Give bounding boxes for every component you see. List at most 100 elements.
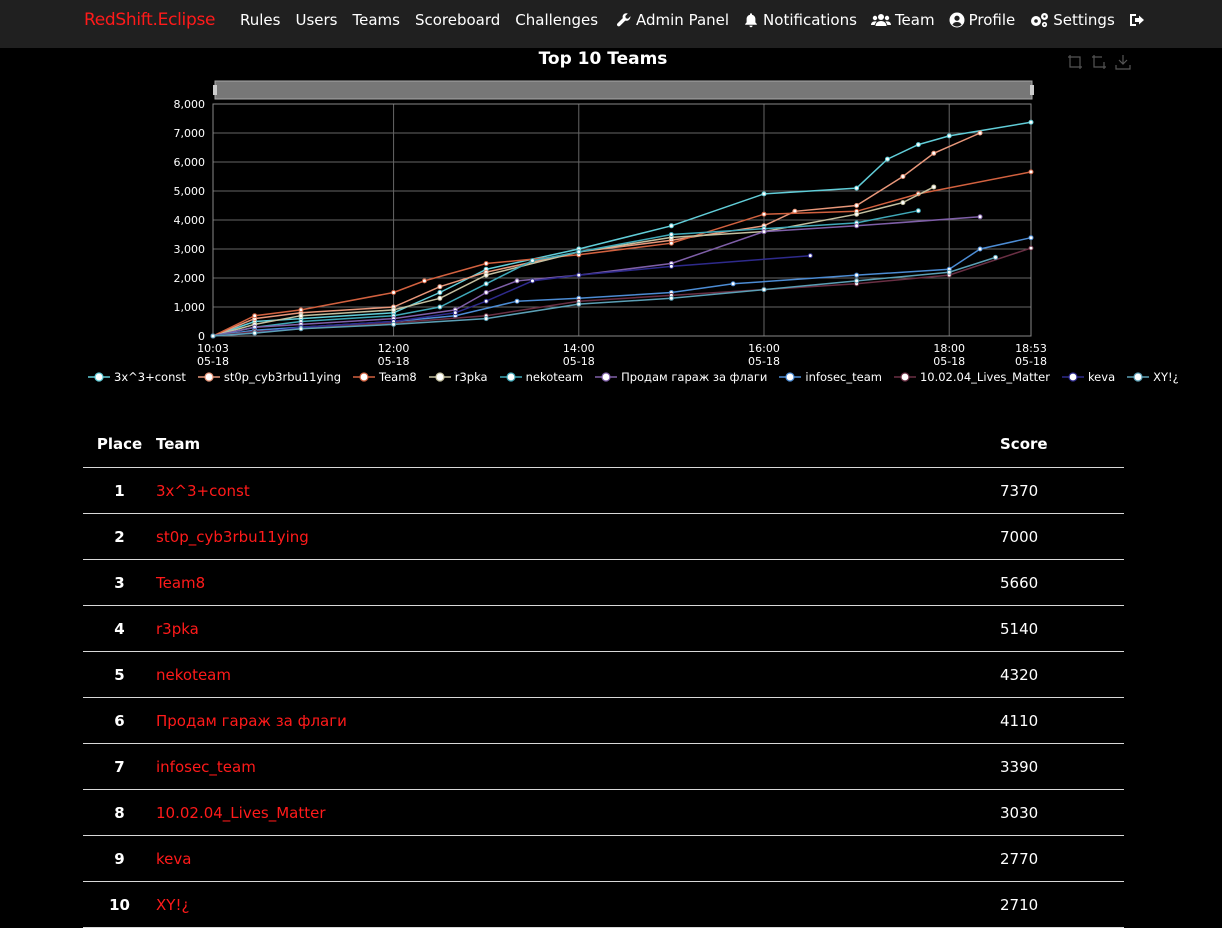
- place-cell: 4: [83, 605, 156, 652]
- team-cell: nekoteam: [156, 651, 1000, 698]
- legend-marker-icon: [197, 372, 220, 382]
- table-header-row: Place Team Score: [83, 421, 1124, 468]
- legend-label: XY!¿: [1153, 370, 1179, 384]
- y-tick-label: 2,000: [174, 272, 206, 285]
- place-cell: 9: [83, 835, 156, 882]
- nav-profile[interactable]: Profile: [949, 11, 1015, 29]
- series-line: [212, 236, 1032, 337]
- series-point: [437, 295, 443, 301]
- team-link[interactable]: st0p_cyb3rbu11ying: [156, 528, 309, 546]
- series-point: [730, 281, 736, 287]
- series-point: [483, 261, 489, 266]
- series-point: [946, 269, 952, 275]
- x-tick-date: 05-18: [197, 355, 229, 368]
- table-row: 1 3x^3+const 7370: [83, 467, 1124, 514]
- team-link[interactable]: infosec_team: [156, 758, 256, 776]
- legend-item[interactable]: XY!¿: [1127, 370, 1179, 384]
- team-label: Team: [894, 11, 935, 29]
- header-place: Place: [83, 421, 156, 468]
- team-cell: XY!¿: [156, 881, 1000, 928]
- legend-marker-icon: [1061, 372, 1084, 382]
- legend-item[interactable]: infosec_team: [779, 370, 882, 384]
- legend-marker-icon: [595, 372, 618, 382]
- brand-link[interactable]: RedShift.Eclipse: [84, 10, 215, 30]
- legend-item[interactable]: Team8: [353, 370, 417, 384]
- table-row: 5 nekoteam 4320: [83, 651, 1124, 698]
- place-cell: 2: [83, 513, 156, 560]
- nav-link-rules[interactable]: Rules: [240, 11, 280, 29]
- legend-label: 10.02.04_Lives_Matter: [919, 370, 1050, 384]
- team-link[interactable]: 3x^3+const: [156, 482, 250, 500]
- nav-link-challenges[interactable]: Challenges: [515, 11, 598, 29]
- legend-item[interactable]: keva: [1061, 370, 1115, 384]
- series-point: [483, 281, 489, 287]
- series-point: [529, 278, 535, 284]
- team-link[interactable]: Продам гараж за флаги: [156, 712, 347, 730]
- data-zoom-handle-right[interactable]: [1030, 85, 1034, 95]
- y-tick-label: 4,000: [174, 214, 206, 227]
- x-tick-date: 05-18: [1015, 355, 1047, 368]
- legend-item[interactable]: st0p_cyb3rbu11ying: [197, 370, 341, 384]
- series-point: [298, 307, 304, 313]
- legend-item[interactable]: nekoteam: [499, 370, 583, 384]
- nav-link-teams[interactable]: Teams: [352, 11, 399, 29]
- series-point: [900, 200, 906, 206]
- sign-out-icon: [1129, 14, 1144, 26]
- series-point: [977, 214, 983, 220]
- series-line: [212, 186, 935, 337]
- nav-link-users[interactable]: Users: [295, 11, 337, 29]
- team-link[interactable]: XY!¿: [156, 896, 189, 914]
- data-zoom-handle-left[interactable]: [213, 85, 217, 95]
- team-cell: infosec_team: [156, 743, 1000, 790]
- nav-settings[interactable]: Settings: [1029, 11, 1115, 29]
- team-link[interactable]: r3pka: [156, 620, 199, 638]
- series-point: [761, 191, 767, 197]
- series-point: [483, 316, 489, 322]
- series-point: [761, 211, 767, 217]
- user-circle-icon: [949, 12, 965, 28]
- nav-team[interactable]: Team: [870, 11, 935, 29]
- navbar: RedShift.Eclipse Rules Users Teams Score…: [0, 0, 1222, 48]
- header-score: Score: [1000, 421, 1124, 468]
- team-link[interactable]: nekoteam: [156, 666, 231, 684]
- table-row: 9 keva 2770: [83, 835, 1124, 882]
- legend-item[interactable]: 10.02.04_Lives_Matter: [893, 370, 1050, 384]
- series-point: [1028, 169, 1034, 175]
- data-zoom-slider[interactable]: [214, 80, 1033, 100]
- team-cell: 3x^3+const: [156, 467, 1000, 514]
- table-row: 3 Team8 5660: [83, 559, 1124, 606]
- nav-notifications[interactable]: Notifications: [743, 11, 857, 29]
- scoreboard-table: Place Team Score 1 3x^3+const 7370 2 st0p_cy…: [83, 421, 1124, 928]
- legend-item[interactable]: 3x^3+const: [88, 370, 186, 384]
- team-cell: 10.02.04_Lives_Matter: [156, 789, 1000, 836]
- nav-admin-panel[interactable]: Admin Panel: [616, 11, 729, 29]
- y-tick-label: 3,000: [174, 243, 206, 256]
- legend-item[interactable]: r3pka: [428, 370, 488, 384]
- place-cell: 3: [83, 559, 156, 606]
- score-cell: 3390: [1000, 743, 1124, 790]
- series-point: [437, 284, 443, 290]
- nav-right: Admin Panel Notifications Team Profile S…: [616, 11, 1145, 29]
- series-point: [252, 313, 258, 319]
- y-tick-label: 1,000: [174, 301, 206, 314]
- x-tick-date: 05-18: [563, 355, 595, 368]
- legend-marker-icon: [88, 372, 110, 382]
- nav-link-scoreboard[interactable]: Scoreboard: [415, 11, 500, 29]
- place-cell: 10: [83, 881, 156, 928]
- team-link[interactable]: 10.02.04_Lives_Matter: [156, 804, 326, 822]
- team-link[interactable]: Team8: [156, 574, 205, 592]
- series-point: [854, 203, 860, 208]
- bell-icon: [745, 13, 757, 28]
- series-point: [946, 133, 952, 139]
- legend-label: Team8: [379, 370, 417, 384]
- team-link[interactable]: keva: [156, 850, 191, 868]
- legend-item[interactable]: Продам гараж за флаги: [595, 370, 767, 384]
- score-cell: 4110: [1000, 697, 1124, 744]
- score-cell: 5140: [1000, 605, 1124, 652]
- admin-panel-label: Admin Panel: [636, 11, 730, 29]
- series-point: [391, 307, 397, 313]
- settings-label: Settings: [1053, 11, 1115, 29]
- series-point: [452, 310, 458, 316]
- nav-logout[interactable]: [1129, 12, 1145, 28]
- series-point: [298, 313, 304, 319]
